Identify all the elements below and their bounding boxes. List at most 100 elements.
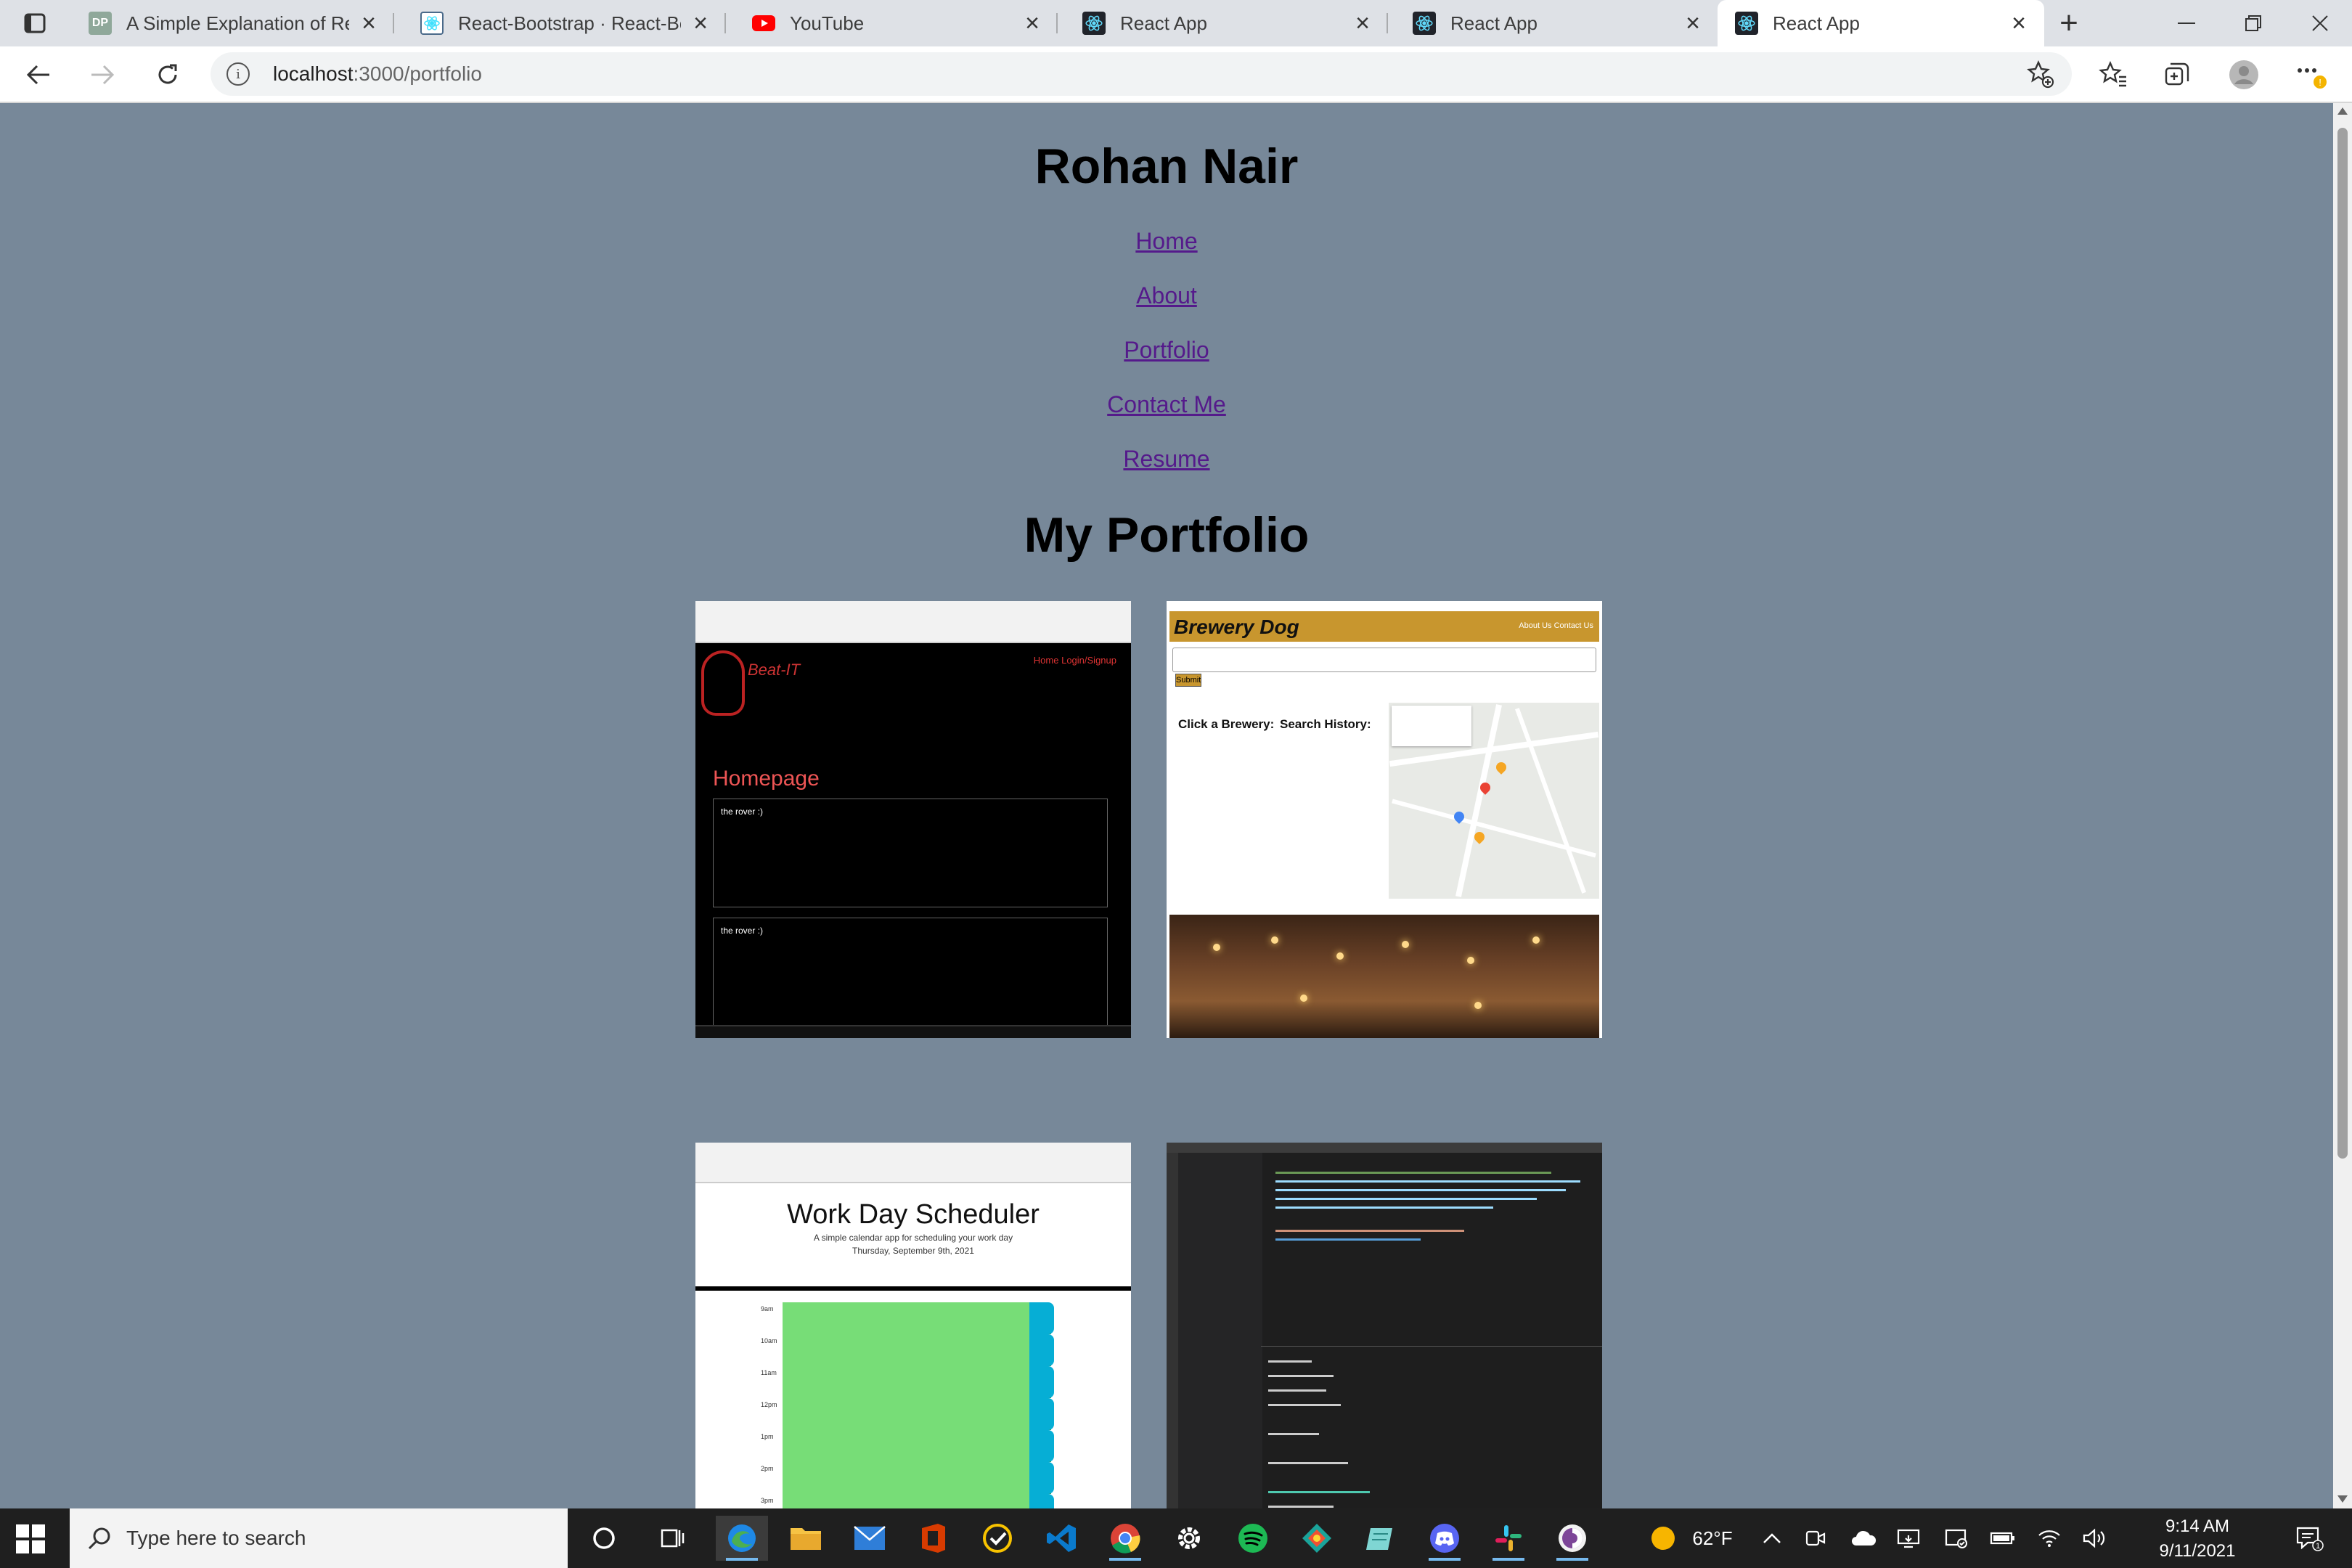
discord-icon[interactable]: [1418, 1516, 1471, 1561]
task-view-icon[interactable]: [646, 1516, 698, 1561]
close-tab-icon[interactable]: ×: [1682, 9, 1704, 37]
youtube-icon: [752, 12, 775, 35]
file-explorer-icon[interactable]: [780, 1516, 832, 1561]
close-tab-icon[interactable]: ×: [358, 9, 380, 37]
tab-title: A Simple Explanation of React: [126, 12, 349, 34]
project-thumbnail-employee-tracker[interactable]: [1167, 1143, 1602, 1508]
scroll-down-arrow-icon[interactable]: [2337, 1495, 2348, 1503]
cortana-icon[interactable]: [578, 1516, 630, 1561]
norton-icon[interactable]: [971, 1516, 1024, 1561]
preview-label: Click a Brewery:: [1178, 717, 1275, 731]
settings-gear-icon[interactable]: [1163, 1516, 1215, 1561]
meet-now-icon[interactable]: [1799, 1508, 1832, 1568]
nav-link-about[interactable]: About: [0, 281, 2333, 335]
preview-post: the rover :): [713, 799, 1108, 907]
restore-button[interactable]: [2220, 0, 2287, 46]
preview-heading: Homepage: [713, 767, 820, 791]
tab-youtube[interactable]: YouTube ×: [735, 0, 1058, 46]
profile-avatar[interactable]: [2224, 57, 2263, 93]
site-nav: Home About Portfolio Contact Me Resume: [0, 226, 2333, 499]
edge-icon[interactable]: [716, 1516, 768, 1561]
preview-schedule: 9am 10am 11am 12pm 1pm 2pm 3pm 4pm: [761, 1302, 1054, 1508]
mail-icon[interactable]: [844, 1516, 896, 1561]
scrollbar-thumb[interactable]: [2337, 128, 2348, 1159]
back-button[interactable]: [19, 57, 58, 93]
security-icon[interactable]: [1940, 1508, 1973, 1568]
site-info-icon[interactable]: i: [226, 62, 250, 86]
preview-subheading: A simple calendar app for scheduling you…: [813, 1233, 1013, 1243]
tor-browser-icon[interactable]: [1546, 1516, 1598, 1561]
scroll-up-arrow-icon[interactable]: [2337, 107, 2348, 115]
weather-temperature[interactable]: 62°F: [1686, 1508, 1739, 1568]
preview-links: About Us Contact Us: [1519, 621, 1593, 630]
page-title: Rohan Nair: [1034, 139, 1299, 194]
nav-link-home[interactable]: Home: [0, 226, 2333, 281]
wifi-icon[interactable]: [2033, 1508, 2066, 1568]
close-tab-icon[interactable]: ×: [2008, 9, 2030, 37]
headphones-logo: [701, 650, 745, 716]
tab-title: YouTube: [790, 12, 865, 34]
weather-sun-icon[interactable]: [1642, 1508, 1684, 1568]
project-thumbnail-brewery-dog[interactable]: Brewery Dog About Us Contact Us Submit C…: [1167, 601, 1602, 1038]
tab-strip: DP A Simple Explanation of React × React…: [0, 0, 2352, 46]
close-tab-icon[interactable]: ×: [1352, 9, 1373, 37]
spotify-icon[interactable]: [1227, 1516, 1279, 1561]
svg-text:!: !: [2319, 77, 2322, 88]
show-hidden-icons-chevron-icon[interactable]: [1755, 1508, 1789, 1568]
preview-brewery-photo: [1169, 915, 1599, 1038]
close-window-button[interactable]: [2287, 0, 2352, 46]
search-icon: [87, 1526, 112, 1551]
preview-brand: Beat-IT: [748, 661, 801, 679]
project-thumbnail-work-day-scheduler[interactable]: Work Day Scheduler A simple calendar app…: [695, 1143, 1131, 1508]
forward-button[interactable]: [83, 57, 122, 93]
gitkraken-icon[interactable]: [1291, 1516, 1343, 1561]
preview-menu: Home Login/Signup: [1033, 655, 1116, 666]
close-tab-icon[interactable]: ×: [1021, 9, 1043, 37]
url-text: localhost:3000/portfolio: [273, 62, 482, 85]
refresh-button[interactable]: [148, 57, 187, 93]
settings-menu-icon[interactable]: !: [2291, 57, 2330, 93]
taskbar-search-input[interactable]: Type here to search: [70, 1508, 568, 1568]
browser-toolbar: i localhost:3000/portfolio !: [0, 46, 2352, 103]
volume-icon[interactable]: [2078, 1508, 2111, 1568]
nav-link-resume[interactable]: Resume: [0, 444, 2333, 499]
tab-title: React App: [1120, 12, 1207, 34]
taskbar-clock[interactable]: 9:14 AM 9/11/2021: [2136, 1514, 2259, 1564]
tab-react-app-1[interactable]: React App ×: [1065, 0, 1388, 46]
page-scrollbar[interactable]: [2333, 103, 2352, 1508]
add-favorite-icon[interactable]: [2025, 60, 2054, 89]
tab-title: React-Bootstrap · React-Boots: [458, 12, 681, 34]
minimize-button[interactable]: [2153, 0, 2220, 46]
onedrive-cloud-icon[interactable]: [1847, 1508, 1880, 1568]
tab-react-app-active[interactable]: React App ×: [1718, 0, 2044, 46]
tab-react-bootstrap[interactable]: React-Bootstrap · React-Boots ×: [403, 0, 726, 46]
chrome-icon[interactable]: [1099, 1516, 1151, 1561]
vscode-icon[interactable]: [1035, 1516, 1087, 1561]
preview-brand: Brewery Dog: [1174, 616, 1299, 638]
react-icon: [1082, 12, 1106, 35]
address-bar[interactable]: i localhost:3000/portfolio: [211, 52, 2072, 96]
tab-react-app-2[interactable]: React App ×: [1395, 0, 1718, 46]
project-thumbnail-beat-it[interactable]: Beat-IT Home Login/Signup Homepage the r…: [695, 601, 1131, 1038]
new-tab-button[interactable]: +: [2051, 5, 2086, 41]
battery-icon[interactable]: [1986, 1508, 2020, 1568]
collections-icon[interactable]: [2157, 57, 2197, 93]
tab-simple-explanation[interactable]: DP A Simple Explanation of React ×: [71, 0, 394, 46]
tab-title: React App: [1773, 12, 1860, 34]
preview-date: Thursday, September 9th, 2021: [852, 1246, 974, 1256]
slack-icon[interactable]: [1482, 1516, 1535, 1561]
nav-link-portfolio[interactable]: Portfolio: [0, 335, 2333, 390]
notepad-icon[interactable]: [1355, 1516, 1407, 1561]
office-icon[interactable]: [907, 1516, 960, 1561]
tab-title: React App: [1450, 12, 1538, 34]
display-icon[interactable]: [1892, 1508, 1925, 1568]
preview-post: the rover :): [713, 918, 1108, 1026]
close-tab-icon[interactable]: ×: [690, 9, 711, 37]
action-center-icon[interactable]: 1: [2287, 1508, 2332, 1568]
favorites-icon[interactable]: [2094, 57, 2133, 93]
preview-label: Search History:: [1280, 717, 1371, 731]
windows-start-button[interactable]: [13, 1522, 48, 1556]
preview-heading: Work Day Scheduler: [787, 1199, 1040, 1230]
nav-link-contact[interactable]: Contact Me: [0, 390, 2333, 444]
tab-actions-icon[interactable]: [17, 9, 52, 38]
